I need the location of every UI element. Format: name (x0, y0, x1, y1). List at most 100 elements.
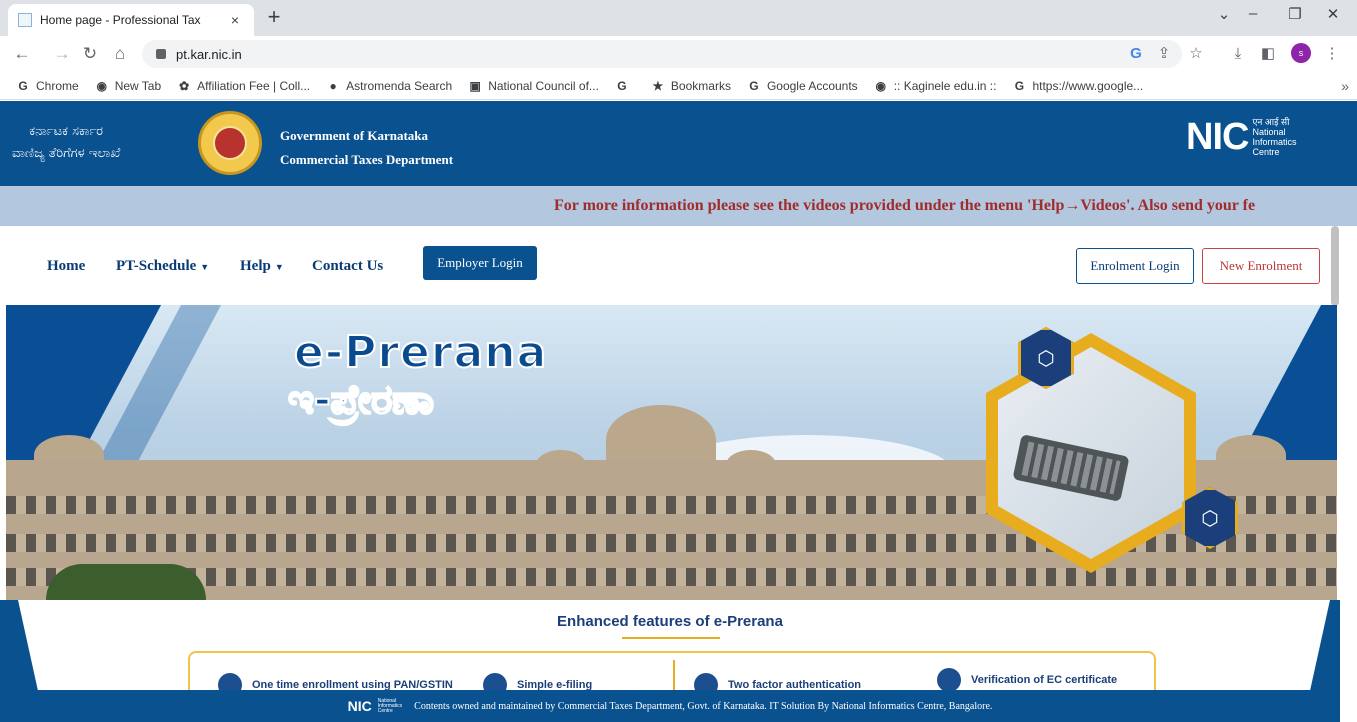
bookmark-item[interactable]: ● Astromenda Search (326, 78, 453, 93)
bookmark-label: Google Accounts (766, 78, 858, 93)
nav-home[interactable]: Home (47, 258, 85, 275)
site-header: ಕರ್ನಾಟಕ ಸರ್ಕಾರ ವಾಣಿಜ್ಯ ತೆರಿಗೆಗಳ ಇಲಾಖೆ Go… (0, 101, 1357, 186)
bookmark-item[interactable]: G Google Accounts (747, 78, 858, 93)
bookmark-favicon-icon: G (18, 78, 28, 93)
features-title: Enhanced features of e-Prerana (557, 613, 783, 630)
bookmark-item[interactable]: ◉ New Tab (95, 79, 161, 93)
tab-search-chevron-icon[interactable]: ⌄ (1211, 5, 1237, 23)
employer-login-button[interactable]: Employer Login (423, 246, 537, 280)
nic-logo-subtext: एन आई सी National Informatics Centre (1252, 117, 1297, 157)
bookmark-favicon-icon: ◉ (875, 78, 886, 93)
bookmark-item[interactable]: ✿ Affiliation Fee | Coll... (177, 79, 310, 93)
browser-toolbar: ← → ↻ ⌂ pt.kar.nic.in G ⇪ ☆ ⤓ ◧ ⋮ (0, 36, 1357, 72)
bookmark-item[interactable]: ▣ National Council of... (468, 79, 599, 93)
forward-arrow-icon[interactable]: → (50, 42, 74, 66)
bookmark-item[interactable]: ★ Bookmarks (651, 79, 731, 93)
bookmark-favicon-icon: ✿ (179, 78, 190, 93)
site-footer: NIC National Informatics Centre Contents o… (0, 690, 1340, 722)
minimize-icon[interactable]: – (1240, 5, 1266, 22)
profile-avatar[interactable]: s (1291, 43, 1311, 63)
trees (46, 564, 206, 600)
kannada-title-line2: ವಾಣಿಜ್ಯ ತೆರಿಗೆಗಳ ಇಲಾಖೆ (12, 146, 121, 161)
gov-title-line1: Government of Karnataka (280, 128, 429, 143)
bookmark-star-icon[interactable]: ☆ (1184, 42, 1208, 66)
address-bar[interactable]: pt.kar.nic.in (142, 40, 1182, 68)
footer-nic-logo-sub: National Informatics Centre (377, 697, 403, 714)
nav-contact-us[interactable]: Contact Us (312, 258, 383, 275)
enrollment-icon (218, 673, 242, 690)
kannada-dept-title: ಕರ್ನಾಟಕ ಸರ್ಕಾರ ವಾಣಿಜ್ಯ ತೆರಿಗೆಗಳ ಇಲಾಖೆ (12, 121, 120, 165)
share-icon[interactable]: ⇪ (1152, 42, 1176, 66)
site-navigation: Home PT-Schedule ▼ Help ▼ Contact Us Emplo… (0, 226, 1357, 305)
hero-banner: e-Prerana ಇ-ಪ್ರೇರಣಾ ⬡ ⬡ (6, 305, 1337, 600)
caret-down-icon: ▼ (274, 261, 284, 272)
features-divider (673, 660, 675, 690)
kannada-title-line1: ಕರ್ನಾಟಕ ಸರ್ಕಾರ (29, 124, 104, 139)
side-panel-icon[interactable]: ◧ (1256, 42, 1280, 66)
bookmark-label: Chrome (36, 78, 79, 93)
feature-item: Simple e-filing (483, 673, 592, 690)
home-icon[interactable]: ⌂ (108, 42, 132, 66)
bookmark-favicon-icon: G (617, 78, 627, 93)
new-tab-button[interactable]: + (262, 6, 286, 30)
features-section: Enhanced features of e-Prerana One time … (0, 600, 1340, 690)
banner-title-kannada: ಇ-ಪ್ರೇರಣಾ (287, 376, 435, 424)
bookmark-item[interactable]: ◉:: Kaginele edu.in :: (874, 78, 997, 93)
nic-logo-text: NIC (1186, 116, 1249, 158)
page-scrollbar[interactable] (1331, 226, 1339, 306)
browser-tab[interactable]: Home page - Professional Tax × (8, 4, 254, 36)
menu-dots-icon[interactable]: ⋮ (1320, 42, 1344, 66)
title-underline (622, 637, 720, 639)
tab-title: Home page - Professional Tax (40, 13, 201, 27)
new-enrolment-button[interactable]: New Enrolment (1202, 248, 1320, 284)
bookmark-label: National Council of... (488, 78, 599, 93)
nav-help[interactable]: Help ▼ (240, 258, 284, 275)
certificate-icon (937, 668, 961, 690)
enrolment-login-button[interactable]: Enrolment Login (1076, 248, 1194, 284)
bookmarks-bar: G Chrome ◉ New Tab ✿ Affiliation Fee | Coll..… (0, 72, 1357, 100)
google-translate-icon[interactable]: G (1124, 42, 1148, 66)
caret-down-icon: ▼ (200, 261, 210, 272)
more-bookmarks-icon[interactable]: » (1341, 78, 1349, 94)
close-tab-icon[interactable]: × (226, 12, 244, 28)
download-icon[interactable]: ⤓ (1226, 42, 1250, 66)
bookmark-label: Affiliation Fee | Coll... (197, 78, 311, 93)
bookmark-item[interactable]: Ghttps://www.google... (1012, 79, 1143, 93)
back-arrow-icon[interactable]: ← (10, 42, 34, 66)
efiling-icon (483, 673, 507, 690)
restore-icon[interactable]: ❐ (1282, 5, 1308, 23)
feature-item: Verification of EC certificate (937, 668, 1117, 690)
window-close-icon[interactable]: ✕ (1320, 5, 1346, 23)
browser-tab-strip: Home page - Professional Tax × + ⌄ – ❐ ✕ (0, 0, 1357, 36)
page-favicon-icon (18, 13, 32, 27)
bookmark-favicon-icon: ◉ (96, 78, 107, 93)
bookmark-item[interactable]: G Chrome (16, 78, 79, 93)
lock-icon[interactable] (156, 49, 166, 59)
bookmark-favicon-icon: G (1014, 78, 1025, 93)
bookmark-label: New Tab (114, 78, 162, 93)
bookmark-label: :: Kaginele edu.in :: (893, 78, 997, 93)
bookmark-label: Bookmarks (670, 78, 731, 93)
marquee-text: For more information please see the vide… (554, 197, 1256, 214)
info-marquee: For more information please see the vide… (0, 186, 1357, 226)
karnataka-emblem-icon (198, 111, 262, 175)
feature-item: Two factor authentication (694, 673, 861, 690)
banner-title-english: e-Prerana (293, 326, 548, 379)
bookmark-item[interactable]: G (615, 79, 635, 93)
nav-pt-schedule[interactable]: PT-Schedule ▼ (116, 258, 209, 275)
footer-nic-logo: NIC (347, 698, 372, 714)
bookmark-favicon-icon: ● (329, 78, 337, 93)
authentication-icon (694, 673, 718, 690)
url-text: pt.kar.nic.in (176, 46, 242, 62)
bookmark-favicon-icon: ▣ (469, 78, 481, 93)
bookmark-favicon-icon: ★ (652, 78, 664, 93)
feature-item: One time enrollment using PAN/GSTIN (218, 673, 453, 690)
gov-title-line2: Commercial Taxes Department (280, 152, 454, 167)
nic-logo: NIC एन आई सी National Informatics Centre (1186, 117, 1296, 157)
english-dept-title: Government of Karnataka Commercial Taxes… (280, 124, 453, 172)
bookmark-label: Astromenda Search (346, 78, 453, 93)
footer-text: Contents owned and maintained by Commerc… (414, 700, 993, 712)
reload-icon[interactable]: ↻ (78, 42, 102, 66)
bookmark-favicon-icon: G (749, 78, 759, 93)
bookmark-label: https://www.google... (1032, 78, 1144, 93)
